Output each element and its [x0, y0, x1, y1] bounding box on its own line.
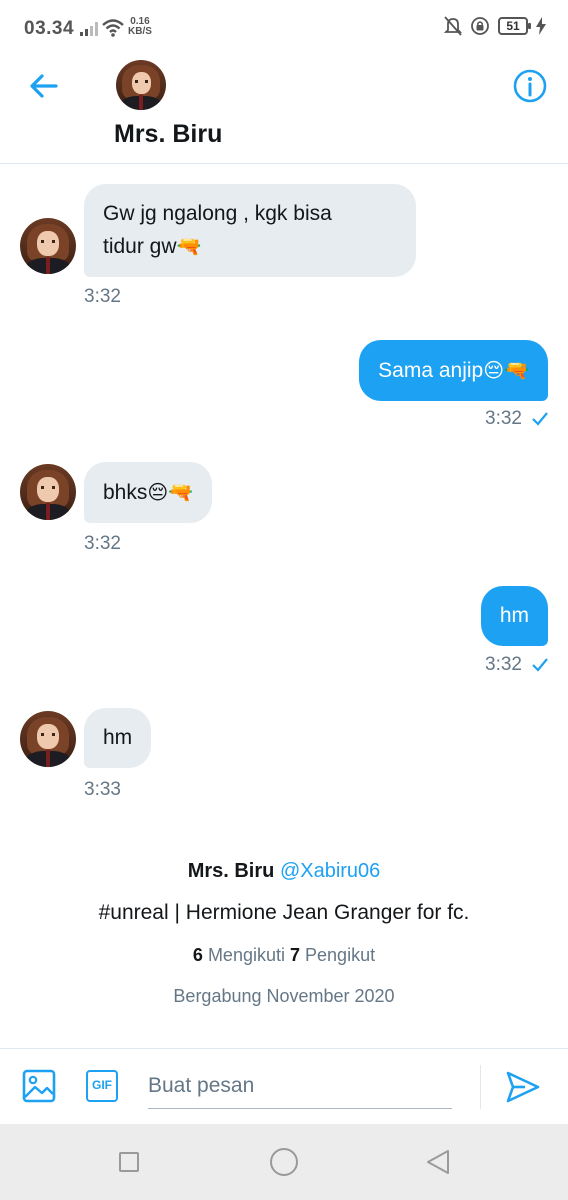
- message-text: hm: [103, 726, 133, 749]
- system-nav-bar: [0, 1124, 568, 1200]
- rotation-lock-icon: [471, 17, 489, 35]
- profile-summary: Mrs. Biru @Xabiru06 #unreal | Hermione J…: [0, 860, 568, 1007]
- avatar[interactable]: [20, 218, 76, 274]
- network-speed: 0.16 KB/S: [128, 17, 152, 37]
- message-time: 3:32: [485, 654, 522, 675]
- profile-name[interactable]: Mrs. Biru: [188, 860, 275, 882]
- profile-bio: #unreal | Hermione Jean Granger for fc.: [98, 901, 470, 924]
- message-bubble-outgoing[interactable]: hm: [480, 586, 548, 646]
- message-timestamp: 3:32: [84, 533, 121, 554]
- message-text: Sama anjip: [378, 359, 484, 382]
- mute-bell-icon: [444, 16, 462, 36]
- message-input[interactable]: [148, 1063, 452, 1109]
- checkmark-icon: [532, 658, 548, 672]
- water-pistol-emoji: 🔫: [168, 480, 194, 504]
- send-icon[interactable]: [505, 1069, 541, 1105]
- water-pistol-emoji: 🔫: [504, 358, 529, 382]
- message-bubble-incoming[interactable]: hm: [84, 708, 152, 768]
- conversation-header: Mrs. Biru: [0, 44, 568, 164]
- recents-button[interactable]: [119, 1152, 139, 1172]
- image-icon[interactable]: [22, 1069, 56, 1103]
- back-triangle-icon[interactable]: [424, 1148, 452, 1176]
- followers-label: Pengikut: [305, 945, 376, 965]
- profile-joined-date: Bergabung November 2020: [173, 986, 395, 1006]
- status-time: 03.34: [24, 18, 75, 39]
- message-timestamp: 3:32: [84, 286, 121, 307]
- message-time: 3:32: [485, 408, 522, 429]
- message-timestamp: 3:33: [84, 779, 121, 800]
- following-label: Mengikuti: [207, 945, 285, 965]
- divider: [480, 1065, 481, 1109]
- message-timestamp: 3:32: [485, 654, 548, 676]
- profile-handle[interactable]: @Xabiru06: [280, 860, 380, 882]
- water-pistol-emoji: 🔫: [176, 234, 202, 258]
- network-speed-unit: KB/S: [128, 26, 152, 37]
- conversation-title[interactable]: Mrs. Biru: [114, 120, 222, 149]
- gif-button[interactable]: GIF: [86, 1070, 118, 1102]
- arrow-left-icon[interactable]: [26, 68, 62, 104]
- message-text: bhks: [103, 481, 148, 504]
- message-bubble-outgoing[interactable]: Sama anjip😔🔫: [359, 340, 548, 401]
- message-text: Gw jg ngalong , kgk bisa: [103, 202, 332, 225]
- charging-icon: [536, 17, 546, 35]
- signal-icon: [80, 22, 98, 36]
- profile-stats: 6 Mengikuti 7 Pengikut: [0, 945, 568, 966]
- checkmark-icon: [532, 412, 548, 426]
- info-icon[interactable]: [512, 68, 548, 104]
- compose-bar: GIF: [0, 1048, 568, 1124]
- battery-icon: 51: [498, 17, 531, 35]
- home-button[interactable]: [270, 1148, 298, 1176]
- pensive-face-emoji: 😔: [483, 358, 505, 382]
- following-count: 6: [192, 945, 203, 965]
- message-text: tidur gw: [103, 235, 177, 258]
- wifi-icon: [102, 19, 124, 37]
- status-bar: 03.34 0.16 KB/S 51: [0, 0, 568, 44]
- followers-count: 7: [290, 945, 301, 965]
- message-timestamp: 3:32: [485, 408, 548, 430]
- pensive-face-emoji: 😔: [147, 480, 169, 504]
- avatar[interactable]: [20, 711, 76, 767]
- avatar[interactable]: [116, 60, 166, 110]
- message-bubble-incoming[interactable]: Gw jg ngalong , kgk bisa tidur gw🔫: [84, 184, 416, 277]
- status-right-icons: 51: [444, 16, 546, 36]
- avatar[interactable]: [20, 464, 76, 520]
- message-bubble-incoming[interactable]: bhks😔🔫: [84, 462, 213, 523]
- message-text: hm: [499, 604, 529, 627]
